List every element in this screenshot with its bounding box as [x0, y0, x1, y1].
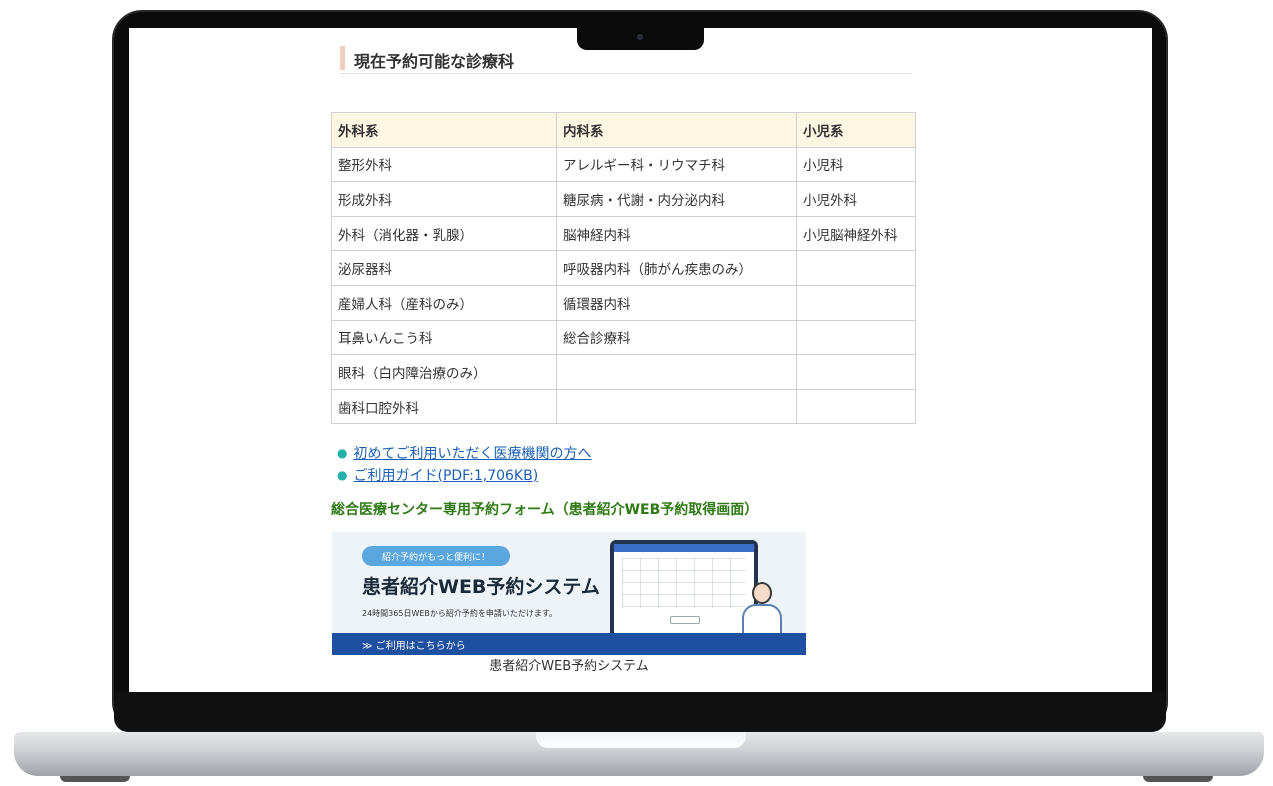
camera-icon — [637, 34, 643, 40]
table-cell — [556, 354, 797, 390]
table-cell: アレルギー科・リウマチ科 — [556, 146, 797, 183]
table-cell: 小児脳神経外科 — [796, 215, 916, 252]
banner-caption: 患者紹介WEB予約システム — [489, 659, 649, 674]
calendar-monitor-illustration — [610, 540, 758, 638]
table-cell: 総合診療科 — [556, 319, 797, 356]
section-heading-text: 現在予約可能な診療科 — [354, 52, 515, 71]
table-cell: 形成外科 — [331, 181, 557, 217]
banner-title: 患者紹介WEB予約システム — [362, 576, 600, 598]
table-cell: 歯科口腔外科 — [331, 388, 557, 425]
bullet-icon: ● — [337, 468, 348, 482]
banner-pill: 紹介予約がもっと便利に！ — [362, 546, 510, 566]
table-row: 外科（消化器・乳腺） 脳神経内科 小児脳神経外科 — [331, 215, 916, 252]
table-cell: 眼科（白内障治療のみ） — [331, 354, 557, 390]
doctor-head — [752, 582, 772, 604]
table-cell: 泌尿器科 — [331, 250, 557, 286]
table-cell: 脳神経内科 — [556, 215, 797, 252]
table-cell — [796, 284, 916, 321]
laptop-base-notch — [536, 732, 746, 748]
usage-guide-pdf-link[interactable]: ご利用ガイド(PDF:1,706KB) — [353, 465, 538, 485]
web-reservation-banner[interactable]: 紹介予約がもっと便利に！ 患者紹介WEB予約システム 24時間365日WEBから… — [332, 532, 806, 655]
calendar-header — [614, 544, 754, 552]
table-row: 整形外科 アレルギー科・リウマチ科 小児科 — [331, 146, 916, 183]
table-row: 泌尿器科 呼吸器内科（肺がん疾患のみ） — [331, 250, 916, 286]
table-cell — [796, 354, 916, 390]
laptop-screen: 現在予約可能な診療科 外科系 内科系 小児系 整形外科 アレルギー科・リウマチ科… — [129, 28, 1152, 692]
banner-cta-button[interactable]: ≫ ご利用はこちらから — [332, 633, 806, 655]
table-cell: 外科（消化器・乳腺） — [331, 215, 557, 252]
calendar-grid — [622, 558, 746, 608]
laptop-foot-left — [60, 776, 130, 782]
table-cell: 小児科 — [796, 146, 916, 183]
table-cell: 産婦人科（産科のみ） — [331, 284, 557, 321]
table-row: 形成外科 糖尿病・代謝・内分泌内科 小児外科 — [331, 181, 916, 217]
departments-table: 外科系 内科系 小児系 整形外科 アレルギー科・リウマチ科 小児科 形成外科 糖… — [331, 112, 916, 425]
table-row: 眼科（白内障治療のみ） — [331, 354, 916, 390]
table-cell: 小児外科 — [796, 181, 916, 217]
calendar-button-illustration — [670, 616, 700, 624]
laptop-chin — [114, 692, 1166, 732]
list-item: ● 初めてご利用いただく医療機関の方へ — [337, 442, 591, 464]
bullet-icon: ● — [337, 446, 348, 460]
table-header-row: 外科系 内科系 小児系 — [331, 112, 916, 148]
header-internal: 内科系 — [556, 112, 797, 148]
first-time-users-link[interactable]: 初めてご利用いただく医療機関の方へ — [353, 443, 591, 463]
heading-accent-bar — [340, 46, 345, 70]
camera-notch — [577, 28, 704, 50]
laptop-foot-right — [1143, 776, 1213, 782]
table-row: 耳鼻いんこう科 総合診療科 — [331, 319, 916, 356]
table-cell — [796, 319, 916, 356]
table-cell — [556, 388, 797, 425]
section-heading: 現在予約可能な診療科 — [340, 46, 912, 74]
table-cell: 糖尿病・代謝・内分泌内科 — [556, 181, 797, 217]
table-cell: 整形外科 — [331, 146, 557, 183]
list-item: ● ご利用ガイド(PDF:1,706KB) — [337, 464, 591, 486]
table-cell — [796, 388, 916, 425]
header-pediatrics: 小児系 — [796, 112, 916, 148]
table-row: 産婦人科（産科のみ） 循環器内科 — [331, 284, 916, 321]
table-cell — [796, 250, 916, 286]
table-cell: 呼吸器内科（肺がん疾患のみ） — [556, 250, 797, 286]
table-cell: 循環器内科 — [556, 284, 797, 321]
table-cell: 耳鼻いんこう科 — [331, 319, 557, 356]
table-row: 歯科口腔外科 — [331, 388, 916, 425]
reservation-form-title: 総合医療センター専用予約フォーム（患者紹介WEB予約取得画面） — [331, 502, 759, 518]
info-links: ● 初めてご利用いただく医療機関の方へ ● ご利用ガイド(PDF:1,706KB… — [337, 442, 591, 486]
banner-subtitle: 24時間365日WEBから紹介予約を申請いただけます。 — [362, 609, 558, 618]
header-surgery: 外科系 — [331, 112, 557, 148]
